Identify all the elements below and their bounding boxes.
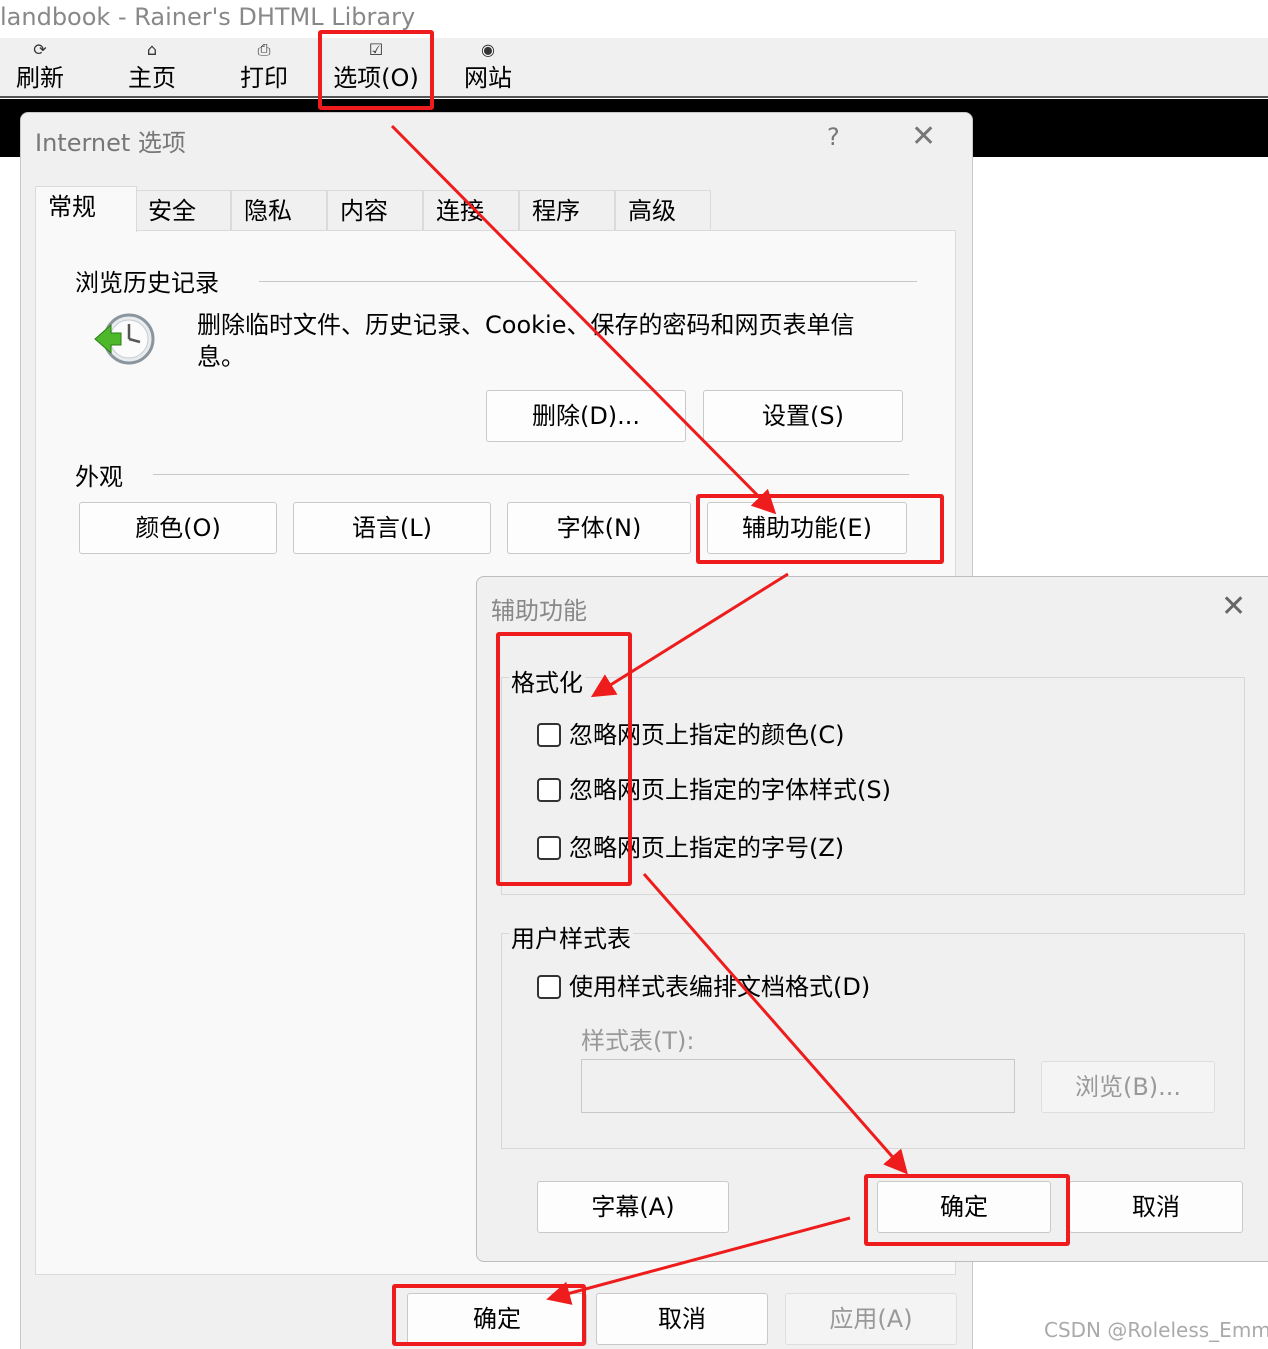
home-label: 主页: [128, 64, 176, 92]
refresh-button[interactable]: ⟳ 刷新: [12, 38, 68, 98]
toolbar: ⟳ 刷新 ⌂ 主页 ⎙ 打印 ☑ 选项(O) ◉ 网站: [0, 38, 1268, 98]
annotation-box-options: [318, 30, 434, 110]
history-description: 删除临时文件、历史记录、Cookie、保存的密码和网页表单信息。: [197, 311, 855, 371]
tab-connections[interactable]: 连接: [423, 190, 519, 232]
web-icon: ◉: [481, 40, 495, 59]
website-button[interactable]: ◉ 网站: [460, 38, 516, 98]
divider: [153, 474, 909, 475]
settings-button[interactable]: 设置(S): [703, 390, 903, 442]
tab-general[interactable]: 常规: [35, 186, 137, 232]
history-clock-icon: [94, 313, 155, 365]
watermark: CSDN @Roleless_Emma: [1044, 1318, 1268, 1342]
home-button[interactable]: ⌂ 主页: [124, 38, 180, 98]
tab-privacy[interactable]: 隐私: [231, 190, 327, 232]
print-icon: ⎙: [257, 40, 271, 59]
home-icon: ⌂: [146, 40, 158, 59]
tab-programs[interactable]: 程序: [519, 190, 615, 232]
website-label: 网站: [464, 64, 512, 92]
stylesheet-input[interactable]: [581, 1059, 1015, 1113]
apply-button[interactable]: 应用(A): [785, 1293, 957, 1345]
dialog-title: Internet 选项: [35, 129, 186, 157]
close-icon[interactable]: ✕: [911, 119, 936, 154]
help-icon[interactable]: ?: [827, 123, 840, 151]
cancel-button[interactable]: 取消: [596, 1293, 768, 1345]
refresh-icon: ⟳: [33, 40, 47, 59]
dialog-title: 辅助功能: [491, 597, 587, 625]
languages-button[interactable]: 语言(L): [293, 502, 491, 554]
appearance-heading: 外观: [75, 463, 123, 491]
divider: [259, 281, 917, 282]
annotation-box-accessibility-ok: [864, 1174, 1070, 1246]
close-icon[interactable]: ✕: [1221, 589, 1246, 624]
print-button[interactable]: ⎙ 打印: [236, 38, 292, 98]
use-stylesheet-option[interactable]: 使用样式表编排文档格式(D): [537, 971, 870, 1003]
browse-button[interactable]: 浏览(B)...: [1041, 1061, 1215, 1113]
annotation-box-formatting: [496, 632, 632, 886]
use-stylesheet-label: 使用样式表编排文档格式(D): [569, 973, 871, 1001]
browsing-history-heading: 浏览历史记录: [75, 269, 219, 297]
stylesheet-label: 样式表(T):: [581, 1027, 695, 1055]
window-title: landbook - Rainer's DHTML Library: [0, 0, 1268, 38]
annotation-box-accessibility: [696, 494, 944, 564]
print-label: 打印: [240, 64, 288, 92]
cancel-button[interactable]: 取消: [1069, 1181, 1243, 1233]
fonts-button[interactable]: 字体(N): [507, 502, 691, 554]
captions-button[interactable]: 字幕(A): [537, 1181, 729, 1233]
refresh-label: 刷新: [16, 64, 64, 92]
tab-content[interactable]: 内容: [327, 190, 423, 232]
user-stylesheet-heading: 用户样式表: [509, 919, 633, 954]
colors-button[interactable]: 颜色(O): [79, 502, 277, 554]
annotation-box-options-ok: [392, 1284, 586, 1346]
tab-advanced[interactable]: 高级: [615, 190, 711, 232]
tab-security[interactable]: 安全: [135, 190, 231, 232]
delete-button[interactable]: 删除(D)...: [486, 390, 686, 442]
use-stylesheet-checkbox[interactable]: [537, 975, 561, 999]
